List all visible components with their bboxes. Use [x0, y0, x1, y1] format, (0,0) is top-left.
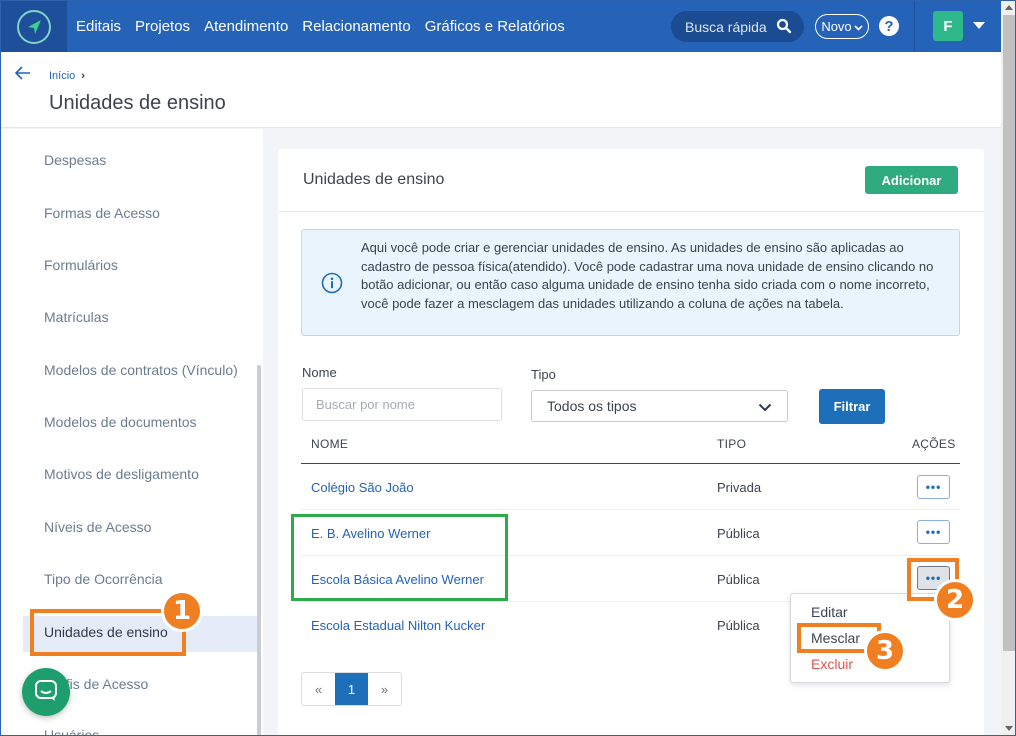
novo-label: Novo: [821, 19, 852, 34]
column-header-type: TIPO: [717, 437, 747, 451]
pagination: « 1 »: [301, 672, 402, 706]
nav-atendimento[interactable]: Atendimento: [204, 18, 288, 35]
page-header: Início › Unidades de ensino: [1, 52, 1001, 128]
table-row-divider: [301, 509, 960, 510]
info-text: Aqui você pode criar e gerenciar unidade…: [361, 240, 934, 311]
pagination-page[interactable]: 1: [335, 673, 368, 705]
sidebar-item-niveis-acesso[interactable]: Níveis de Acesso: [44, 519, 151, 535]
nav-editais[interactable]: Editais: [76, 18, 121, 35]
page-scrollbar[interactable]: [1001, 1, 1015, 735]
sidebar-item-motivos-desligamento[interactable]: Motivos de desligamento: [44, 466, 199, 482]
type-select-value: Todos os tipos: [547, 398, 637, 414]
row-actions-button[interactable]: •••: [917, 520, 950, 544]
breadcrumb-home[interactable]: Início: [49, 70, 75, 82]
table-row-type: Pública: [717, 618, 760, 633]
annotation-highlight-duplicates: [291, 514, 508, 601]
back-arrow-icon[interactable]: [14, 66, 31, 85]
row-actions-button[interactable]: •••: [917, 475, 950, 499]
divider: [278, 211, 984, 212]
info-alert: Aqui você pode criar e gerenciar unidade…: [301, 229, 960, 336]
info-icon: [321, 272, 343, 299]
sidebar-item-modelos-contratos[interactable]: Modelos de contratos (Vínculo): [44, 362, 238, 378]
scroll-down-arrow-icon[interactable]: [1005, 726, 1013, 731]
breadcrumb: Início ›: [49, 70, 85, 82]
user-menu-caret-icon[interactable]: [973, 22, 985, 29]
main-nav: Editais Projetos Atendimento Relacioname…: [76, 18, 565, 35]
scroll-up-arrow-icon[interactable]: [1005, 5, 1013, 10]
nav-projetos[interactable]: Projetos: [135, 18, 190, 35]
novo-button[interactable]: Novo: [815, 14, 869, 39]
annotation-badge-step-2: 2: [934, 579, 976, 621]
table-row-name[interactable]: Colégio São João: [311, 480, 414, 495]
annotation-badge-step-3: 3: [864, 630, 906, 672]
scrollbar-thumb[interactable]: [1003, 15, 1015, 651]
column-header-actions: AÇÕES: [912, 437, 956, 451]
chevron-down-icon: [854, 19, 863, 34]
sidebar-item-despesas[interactable]: Despesas: [44, 152, 106, 168]
menu-item-editar[interactable]: Editar: [811, 604, 848, 620]
sidebar-item-matriculas[interactable]: Matrículas: [44, 309, 109, 325]
divider: [914, 1, 915, 52]
quick-search-label: Busca rápida: [685, 18, 767, 35]
nav-relacionamento[interactable]: Relacionamento: [302, 18, 410, 35]
filter-button[interactable]: Filtrar: [819, 389, 885, 424]
pagination-prev[interactable]: «: [302, 673, 335, 705]
pagination-next[interactable]: »: [368, 673, 401, 705]
chat-widget-button[interactable]: [22, 668, 70, 716]
avatar[interactable]: F: [933, 11, 963, 41]
table-header-divider: [301, 463, 960, 464]
logo-icon: [17, 9, 51, 44]
page-title: Unidades de ensino: [49, 92, 226, 114]
top-navbar: Editais Projetos Atendimento Relacioname…: [1, 1, 1001, 52]
table-row-type: Privada: [717, 480, 762, 495]
name-search-input[interactable]: Buscar por nome: [302, 388, 502, 421]
table-row-type: Pública: [717, 572, 760, 587]
sidebar-item-modelos-documentos[interactable]: Modelos de documentos: [44, 414, 197, 430]
help-icon[interactable]: ?: [879, 16, 899, 36]
type-filter-label: Tipo: [531, 367, 556, 382]
breadcrumb-separator: ›: [81, 70, 85, 82]
chat-icon: [34, 678, 58, 707]
sidebar-item-usuarios[interactable]: Usuários: [44, 727, 99, 735]
sidebar-scrollbar[interactable]: [257, 365, 261, 735]
sidebar-item-tipo-ocorrencia[interactable]: Tipo de Ocorrência: [44, 571, 163, 587]
column-header-name: NOME: [311, 437, 349, 451]
table-row-name[interactable]: Escola Estadual Nilton Kucker: [311, 618, 485, 633]
menu-item-excluir[interactable]: Excluir: [811, 656, 853, 672]
app-window: Editais Projetos Atendimento Relacioname…: [0, 0, 1016, 736]
sidebar-item-formularios[interactable]: Formulários: [44, 257, 118, 273]
table-row-type: Pública: [717, 526, 760, 541]
card-title: Unidades de ensino: [303, 171, 445, 188]
logo[interactable]: [1, 1, 67, 52]
search-icon: [776, 18, 792, 37]
add-button[interactable]: Adicionar: [865, 166, 958, 194]
quick-search-button[interactable]: Busca rápida: [671, 11, 804, 42]
nav-graficos-relatorios[interactable]: Gráficos e Relatórios: [425, 18, 565, 35]
annotation-badge-step-1: 1: [161, 590, 203, 632]
sidebar-item-formas-acesso[interactable]: Formas de Acesso: [44, 205, 160, 221]
chevron-down-icon: [758, 399, 772, 415]
name-filter-label: Nome: [302, 365, 337, 380]
type-select[interactable]: Todos os tipos: [531, 390, 788, 422]
